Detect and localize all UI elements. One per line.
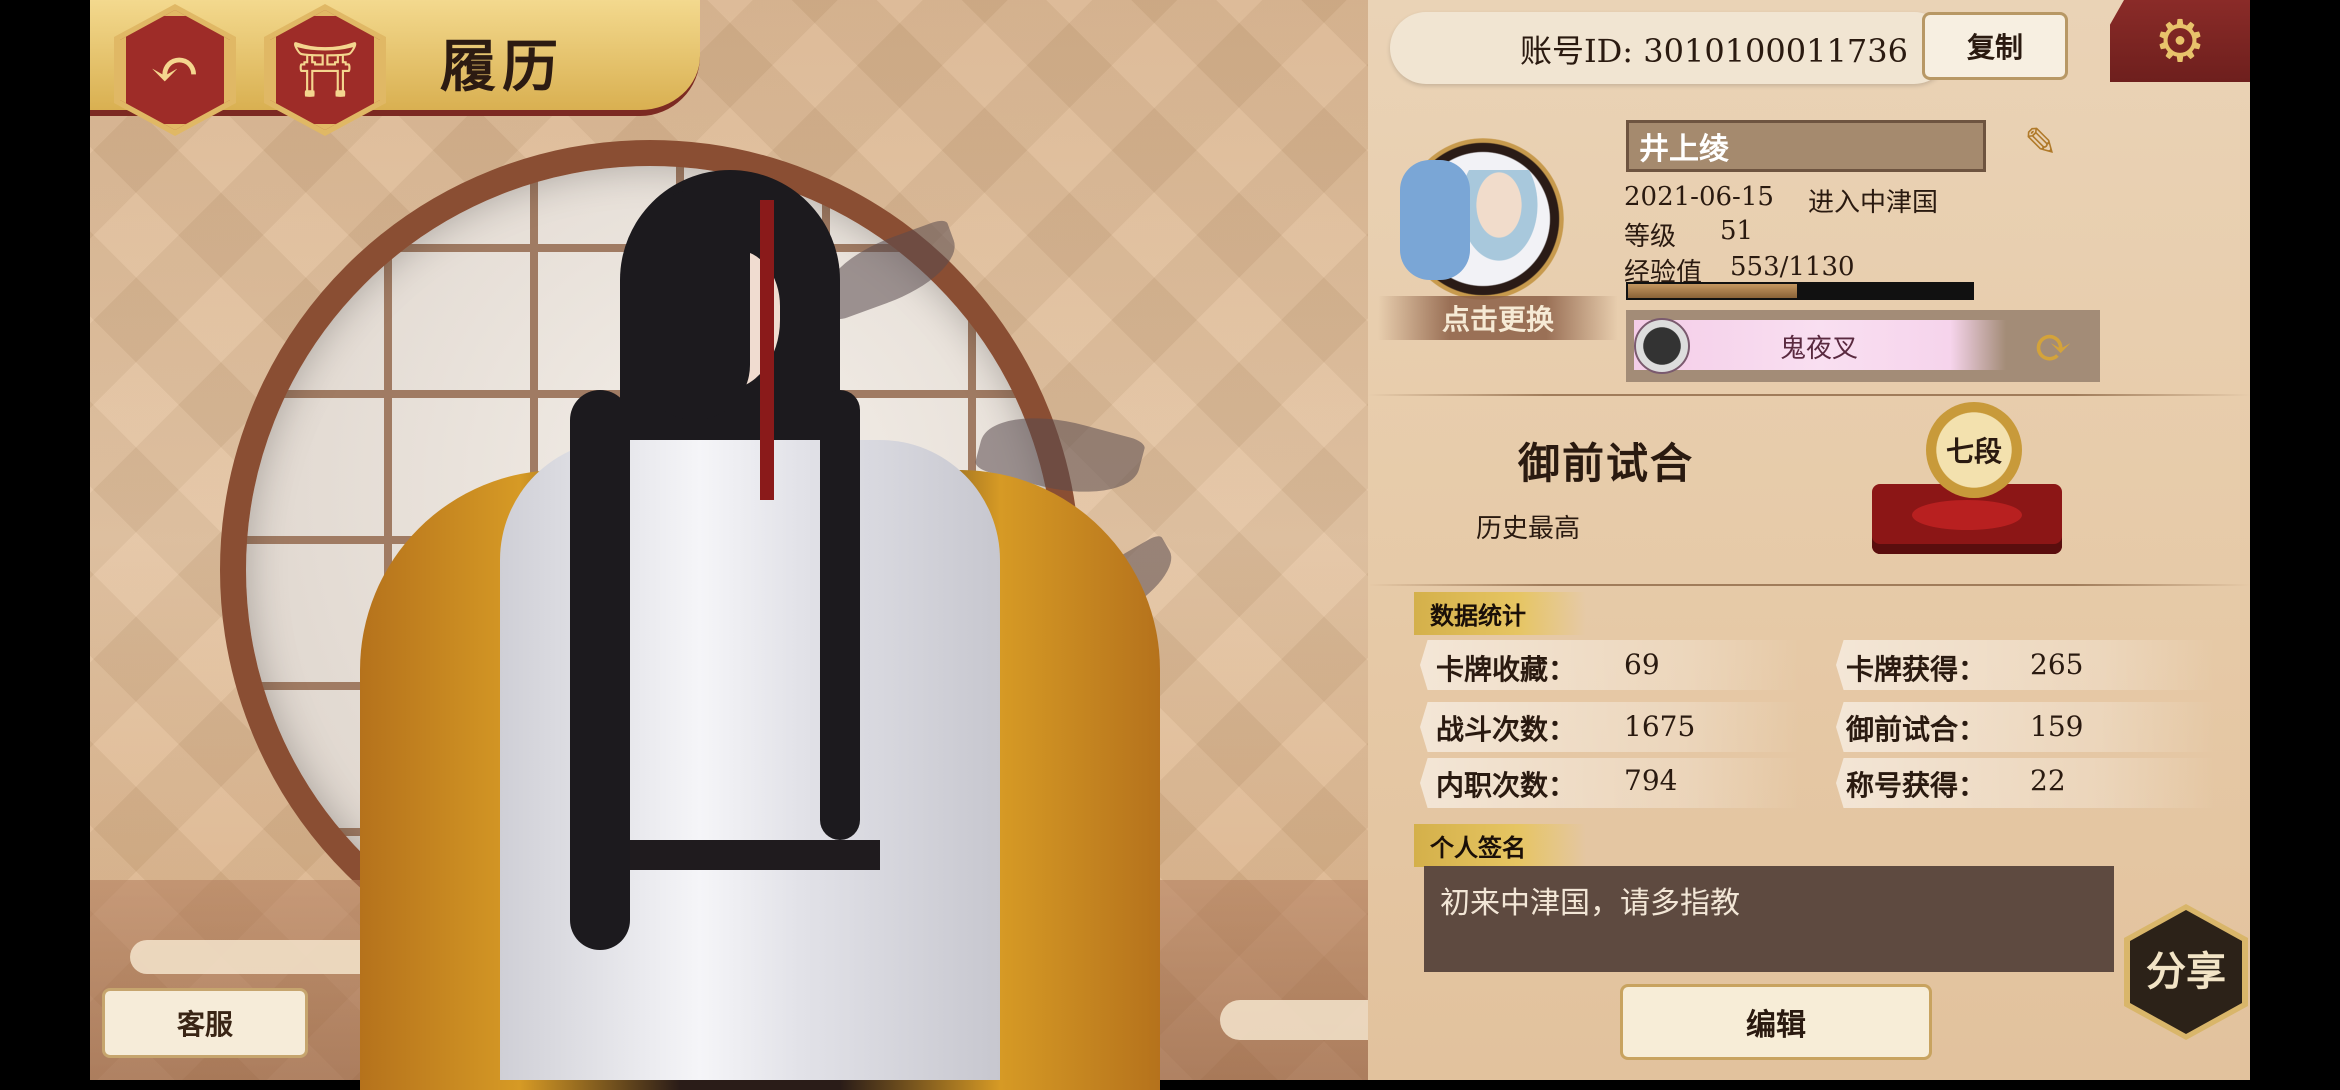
join-date: 2021-06-15 [1624, 182, 1774, 212]
stat-label-internal: 内职次数： [1436, 769, 1577, 802]
gear-icon: ⚙ [2154, 7, 2206, 75]
level-label: 等级 [1624, 222, 1677, 252]
page-title: 履历 [440, 34, 564, 100]
pencil-icon: ✎ [2024, 120, 2058, 166]
rank-badge-text: 七段 [1926, 402, 2022, 498]
exp-progress-fill [1628, 284, 1797, 298]
exp-progress-bar [1626, 282, 1974, 300]
stat-value-titles: 22 [2030, 764, 2066, 797]
stats-section-label: 数据统计 [1414, 592, 1586, 635]
stat-label-titles: 称号获得： [1846, 769, 1987, 802]
stat-value-pvp: 159 [2030, 710, 2084, 743]
swap-arrows-icon: ⟳ [2033, 320, 2073, 374]
divider [1368, 584, 2250, 586]
edit-name-button[interactable]: ✎ [2024, 120, 2070, 166]
stat-label-card-obtained: 卡牌获得： [1846, 653, 1987, 686]
mascot-art [1400, 160, 1470, 280]
edit-signature-button[interactable]: 编辑 [1620, 984, 1932, 1060]
pvp-title: 御前试合 [1518, 439, 1695, 488]
join-text: 进入中津国 [1808, 188, 1939, 218]
stat-value-card-obtained: 265 [2030, 648, 2084, 681]
stat-value-card-collection: 69 [1624, 648, 1660, 681]
stat-label-battles: 战斗次数： [1436, 713, 1577, 746]
stat-value-internal: 794 [1624, 764, 1678, 797]
exp-value: 553/1130 [1730, 252, 1855, 282]
swap-title-button[interactable]: ⟳ [2024, 318, 2082, 376]
signature-text: 初来中津国，请多指教 [1424, 866, 2114, 972]
customer-service-button[interactable]: 客服 [102, 988, 308, 1058]
pvp-subtitle: 历史最高 [1476, 514, 1581, 544]
copy-button[interactable]: 复制 [1922, 12, 2068, 80]
stat-label-pvp: 御前试合： [1846, 713, 1987, 746]
shrine-gate-icon: ⛩ [290, 38, 360, 101]
stat-label-card-collection: 卡牌收藏： [1436, 653, 1577, 686]
level-value: 51 [1720, 216, 1754, 246]
character-portrait [320, 170, 1200, 1090]
rank-badge: 七段 [1872, 388, 2062, 578]
player-name-field: 井上绫 [1626, 120, 1986, 172]
settings-button[interactable]: ⚙ [2110, 0, 2250, 82]
stat-value-battles: 1675 [1624, 710, 1696, 743]
divider [1368, 394, 2250, 396]
back-arrow-icon: ↶ [149, 35, 201, 105]
signature-section-label: 个人签名 [1414, 824, 1586, 867]
account-id-text: 账号ID: 3010100011736 [1520, 32, 1908, 70]
player-title-name: 鬼夜叉 [1780, 334, 1859, 364]
title-character-icon [1634, 318, 1690, 374]
change-avatar-button[interactable]: 点击更换 [1378, 296, 1618, 340]
